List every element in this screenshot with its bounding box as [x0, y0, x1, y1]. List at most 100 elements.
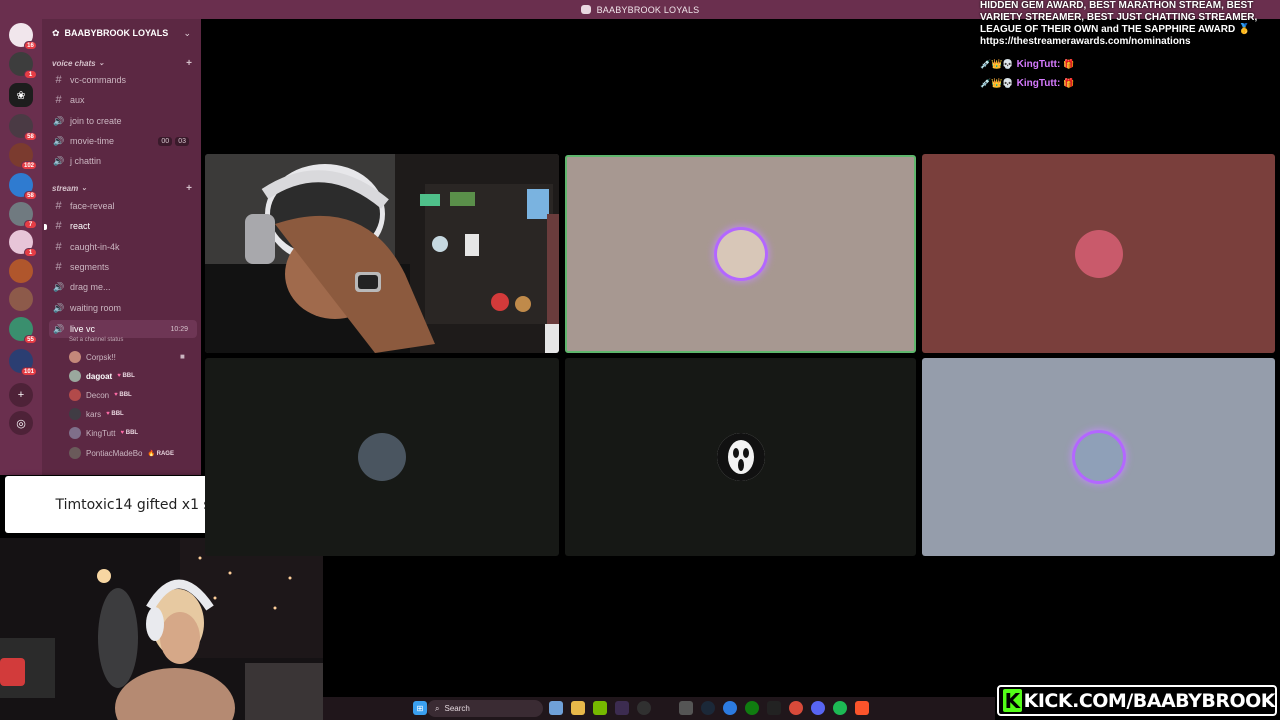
- server-icon: ❀: [16, 89, 26, 102]
- channel-react[interactable]: # react: [49, 217, 197, 235]
- call-timer: 10:29: [170, 325, 188, 333]
- server-button[interactable]: 7: [9, 202, 37, 229]
- channel-label: waiting room: [70, 303, 122, 313]
- server-button[interactable]: 58: [9, 114, 37, 141]
- chat-emotes: 💉👑💀: [980, 78, 1014, 88]
- server-header[interactable]: ✿ BAABYBROOK LOYALS ⌄: [42, 19, 201, 47]
- heart-icon: ♥: [120, 430, 125, 436]
- voice-member[interactable]: PontiacMadeBo 🔥 RAGE: [69, 445, 174, 461]
- chat-line: HIDDEN GEM AWARD, BEST MARATHON STREAM, …: [980, 0, 1254, 11]
- server-button[interactable]: 55: [9, 317, 37, 344]
- avatar: [69, 351, 81, 363]
- camera-tile[interactable]: [205, 154, 559, 353]
- channel-vc-commands[interactable]: # vc-commands: [49, 71, 197, 89]
- keyboard-icon[interactable]: [679, 701, 693, 715]
- avatar-tile-1[interactable]: [565, 155, 916, 353]
- channel-waiting-room[interactable]: 🔊 waiting room: [49, 299, 197, 317]
- folder-icon[interactable]: [571, 701, 585, 715]
- unread-badge: 58: [24, 132, 37, 141]
- unread-badge: 58: [24, 191, 37, 200]
- role-tag: ♥ BBL: [117, 373, 135, 379]
- windows-taskbar: ⊞ ⌕ Search: [323, 697, 995, 720]
- avatar-tile-3[interactable]: [205, 358, 559, 556]
- channel-segments[interactable]: # segments: [49, 258, 197, 276]
- xbox-icon[interactable]: [745, 701, 759, 715]
- discord-icon[interactable]: [811, 701, 825, 715]
- avatar: [69, 370, 81, 382]
- steam-icon[interactable]: [701, 701, 715, 715]
- chat-line: LEAGUE OF THEIR OWN and THE SAPPHIRE AWA…: [980, 24, 1251, 35]
- server-button[interactable]: 58: [9, 173, 37, 200]
- add-server-button[interactable]: +: [9, 383, 33, 407]
- member-name: KingTutt: [86, 428, 116, 438]
- files-icon[interactable]: [549, 701, 563, 715]
- participant-avatar: [716, 433, 765, 481]
- category-voice-chats[interactable]: voice chats ⌄ +: [52, 56, 192, 70]
- app-icon[interactable]: [615, 701, 629, 715]
- channel-j-chattin[interactable]: 🔊 j chattin: [49, 152, 197, 170]
- voice-member[interactable]: KingTutt ♥ BBL: [69, 425, 138, 441]
- avatar-tile-5[interactable]: [922, 358, 1275, 556]
- windows-start-icon[interactable]: ⊞: [413, 701, 427, 715]
- channel-drag-me[interactable]: 🔊 drag me...: [49, 278, 197, 296]
- chevron-down-icon: ⌄: [183, 27, 191, 38]
- ghostface-avatar-icon: [716, 433, 765, 481]
- add-channel-icon[interactable]: +: [186, 183, 192, 194]
- channel-label: caught-in-4k: [70, 242, 120, 252]
- voice-member[interactable]: Corpsk!!: [69, 349, 116, 365]
- window-title: BAABYBROOK LOYALS: [596, 4, 700, 15]
- channel-join-to-create[interactable]: 🔊 join to create: [49, 112, 197, 130]
- server-button[interactable]: [9, 259, 33, 283]
- edge-icon[interactable]: [723, 701, 737, 715]
- search-label: Search: [444, 704, 470, 713]
- speaker-icon: 🔊: [53, 281, 65, 292]
- avatar-tile-4[interactable]: [565, 358, 916, 556]
- channel-caught-in-4k[interactable]: # caught-in-4k: [49, 238, 197, 256]
- category-stream[interactable]: stream ⌄ +: [52, 181, 192, 195]
- chat-message: 💉👑💀 KingTutt: 🎁: [980, 78, 1075, 89]
- voice-member[interactable]: dagoat ♥ BBL: [69, 368, 135, 384]
- member-name: Corpsk!!: [86, 352, 116, 362]
- unread-badge: 1: [24, 248, 37, 257]
- unread-badge: 1: [24, 70, 37, 79]
- taskbar-search[interactable]: ⌕ Search: [427, 700, 543, 717]
- unread-badge: 16: [24, 41, 37, 50]
- voice-member[interactable]: Decon ♥ BBL: [69, 387, 132, 403]
- user-limit: 03: [175, 136, 189, 146]
- server-button[interactable]: 1: [9, 52, 37, 79]
- chrome-icon[interactable]: [789, 701, 803, 715]
- add-channel-icon[interactable]: +: [186, 58, 192, 69]
- channel-label: aux: [70, 95, 85, 105]
- hash-icon: #: [55, 74, 62, 86]
- role-tag-text: RAGE: [156, 450, 174, 457]
- server-button[interactable]: 101: [9, 349, 37, 376]
- spotify-icon[interactable]: [833, 701, 847, 715]
- home-server-button[interactable]: 16: [9, 23, 37, 50]
- kick-logo-icon: K: [1003, 688, 1022, 713]
- channel-aux[interactable]: # aux: [49, 91, 197, 109]
- obs-icon[interactable]: [637, 701, 651, 715]
- alert-text: Timtoxic14 gifted x1 sub: [55, 496, 229, 513]
- channel-status[interactable]: Set a channel status: [69, 337, 123, 343]
- fire-icon: 🔥: [147, 450, 155, 457]
- server-button[interactable]: 102: [9, 143, 37, 170]
- discover-button[interactable]: ◎: [9, 411, 33, 435]
- role-tag: ♥ BBL: [121, 430, 139, 436]
- server-button-active[interactable]: ❀: [9, 83, 33, 107]
- server-button[interactable]: 1: [9, 230, 37, 257]
- voice-member[interactable]: kars ♥ BBL: [69, 406, 124, 422]
- avatar: [69, 447, 81, 459]
- brave-icon[interactable]: [855, 701, 869, 715]
- user-limit-counter: 00 03: [158, 136, 189, 146]
- category-label: stream: [52, 183, 79, 193]
- chat-username: KingTutt:: [1016, 78, 1061, 89]
- channel-face-reveal[interactable]: # face-reveal: [49, 197, 197, 215]
- nvidia-icon[interactable]: [593, 701, 607, 715]
- channel-movie-time[interactable]: 🔊 movie-time 00 03: [49, 132, 197, 150]
- server-button[interactable]: [9, 287, 33, 311]
- channel-live-vc[interactable]: 🔊 live vc 10:29: [49, 320, 197, 338]
- capcut-icon[interactable]: [767, 701, 781, 715]
- avatar-tile-2[interactable]: [922, 154, 1275, 353]
- channel-label: vc-commands: [70, 75, 127, 85]
- participant-avatar: [716, 230, 765, 278]
